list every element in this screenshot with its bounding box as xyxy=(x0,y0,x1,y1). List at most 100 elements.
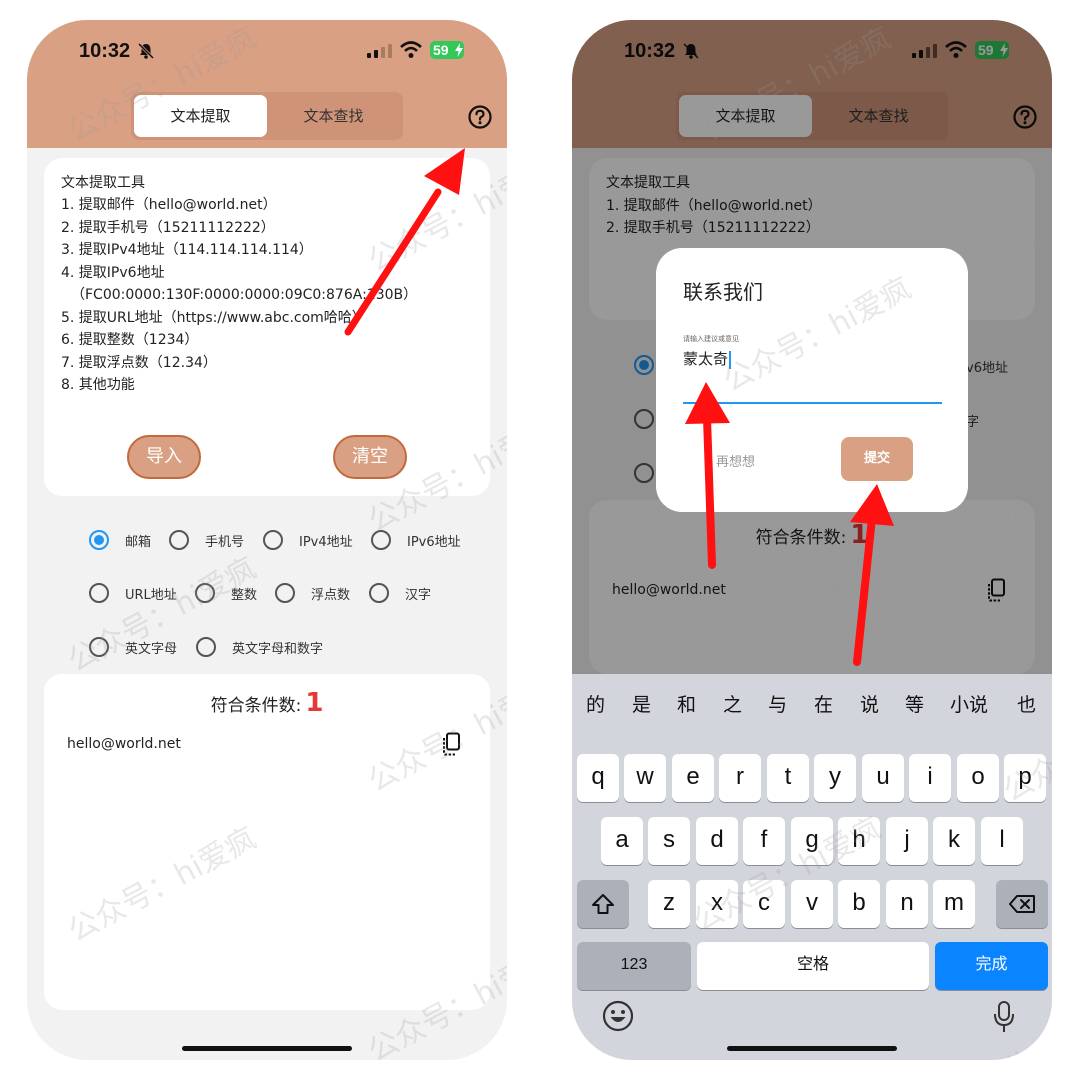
radio-integer[interactable]: 整数 xyxy=(195,578,257,608)
description-line: 3. 提取IPv4地址（114.114.114.114） xyxy=(61,242,313,258)
shift-key[interactable] xyxy=(577,880,629,928)
candidate-word[interactable]: 与 xyxy=(768,690,787,717)
key-e[interactable]: e xyxy=(672,754,714,802)
battery-indicator: 59 xyxy=(430,41,464,59)
description-card[interactable]: 文本提取工具 1. 提取邮件（hello@world.net） 2. 提取手机号… xyxy=(44,158,490,496)
import-button[interactable]: 导入 xyxy=(127,435,201,479)
key-k[interactable]: k xyxy=(933,817,975,865)
result-card: 符合条件数: 1 hello@world.net xyxy=(44,674,490,1010)
cancel-button[interactable]: 再想想 xyxy=(716,451,755,470)
key-d[interactable]: d xyxy=(696,817,738,865)
key-x[interactable]: x xyxy=(696,880,738,928)
copy-icon[interactable] xyxy=(440,732,462,756)
radio-unchecked-icon xyxy=(89,637,109,657)
clear-button[interactable]: 清空 xyxy=(333,435,407,479)
result-item[interactable]: hello@world.net xyxy=(67,736,181,752)
charging-bolt-icon xyxy=(455,43,463,57)
result-header: 符合条件数: 1 xyxy=(44,688,490,718)
input-value: 蒙太奇 xyxy=(683,350,729,368)
radio-unchecked-icon xyxy=(89,583,109,603)
wifi-icon xyxy=(400,41,422,58)
tab-text-extract[interactable]: 文本提取 xyxy=(134,95,267,137)
key-j[interactable]: j xyxy=(886,817,928,865)
radio-phone[interactable]: 手机号 xyxy=(169,525,244,555)
radio-letters[interactable]: 英文字母 xyxy=(89,632,177,662)
key-u[interactable]: u xyxy=(862,754,904,802)
radio-unchecked-icon xyxy=(169,530,189,550)
key-w[interactable]: w xyxy=(624,754,666,802)
candidate-word[interactable]: 小说 xyxy=(950,690,988,717)
tab-text-search[interactable]: 文本查找 xyxy=(267,95,400,137)
done-key[interactable]: 完成 xyxy=(935,942,1048,990)
key-t[interactable]: t xyxy=(767,754,809,802)
radio-email[interactable]: 邮箱 xyxy=(89,525,151,555)
key-p[interactable]: p xyxy=(1004,754,1046,802)
radio-ipv6[interactable]: IPv6地址 xyxy=(371,525,461,555)
phone-screen-left: 10:32 59 文本提取 文本查找 文本提取工具 1. 提取邮件（hello@… xyxy=(27,20,507,1060)
contact-dialog: 联系我们 请输入建议或意见 蒙太奇 再想想 提交 xyxy=(656,248,968,512)
key-c[interactable]: c xyxy=(743,880,785,928)
key-m[interactable]: m xyxy=(933,880,975,928)
key-a[interactable]: a xyxy=(601,817,643,865)
key-i[interactable]: i xyxy=(909,754,951,802)
candidate-word[interactable]: 也 xyxy=(1017,690,1036,717)
radio-label: 英文字母 xyxy=(125,641,178,657)
key-f[interactable]: f xyxy=(743,817,785,865)
radio-label: 英文字母和数字 xyxy=(232,641,324,657)
result-label: 符合条件数: xyxy=(210,696,302,716)
numbers-key[interactable]: 123 xyxy=(577,942,691,990)
input-underline xyxy=(683,402,942,404)
radio-label: 浮点数 xyxy=(311,587,351,603)
key-v[interactable]: v xyxy=(791,880,833,928)
submit-button[interactable]: 提交 xyxy=(841,437,913,481)
key-h[interactable]: h xyxy=(838,817,880,865)
key-r[interactable]: r xyxy=(719,754,761,802)
key-q[interactable]: q xyxy=(577,754,619,802)
backspace-key[interactable] xyxy=(996,880,1048,928)
signal-icon xyxy=(367,44,392,58)
candidate-word[interactable]: 之 xyxy=(723,690,742,717)
description-line: 4. 提取IPv6地址 xyxy=(61,264,165,281)
radio-url[interactable]: URL地址 xyxy=(89,578,177,608)
description-line: 6. 提取整数（1234） xyxy=(61,332,199,348)
microphone-icon[interactable] xyxy=(992,1000,1016,1034)
battery-level: 59 xyxy=(433,42,449,58)
description-title: 文本提取工具 xyxy=(61,175,145,191)
emoji-icon[interactable] xyxy=(602,1000,634,1032)
radio-label: IPv6地址 xyxy=(407,534,461,550)
candidate-word[interactable]: 和 xyxy=(677,690,696,717)
space-key[interactable]: 空格 xyxy=(697,942,929,990)
radio-row-1: 邮箱 手机号 IPv4地址 IPv6地址 xyxy=(27,525,507,555)
key-z[interactable]: z xyxy=(648,880,690,928)
dialog-title: 联系我们 xyxy=(683,280,763,304)
key-g[interactable]: g xyxy=(791,817,833,865)
candidate-word[interactable]: 说 xyxy=(860,690,879,717)
candidate-word[interactable]: 在 xyxy=(814,690,833,717)
radio-ipv4[interactable]: IPv4地址 xyxy=(263,525,353,555)
key-y[interactable]: y xyxy=(814,754,856,802)
result-count: 1 xyxy=(305,688,324,718)
candidate-word[interactable]: 的 xyxy=(586,690,605,717)
radio-row-3: 英文字母 英文字母和数字 xyxy=(27,632,507,662)
home-indicator xyxy=(727,1046,897,1051)
radio-unchecked-icon xyxy=(196,637,216,657)
feedback-input[interactable]: 蒙太奇 xyxy=(683,348,732,369)
key-s[interactable]: s xyxy=(648,817,690,865)
help-icon[interactable] xyxy=(467,104,493,130)
candidate-word[interactable]: 是 xyxy=(632,690,651,717)
candidate-word[interactable]: 等 xyxy=(905,690,924,717)
key-b[interactable]: b xyxy=(838,880,880,928)
radio-hanzi[interactable]: 汉字 xyxy=(369,578,431,608)
radio-float[interactable]: 浮点数 xyxy=(275,578,350,608)
key-l[interactable]: l xyxy=(981,817,1023,865)
key-n[interactable]: n xyxy=(886,880,928,928)
bell-off-icon xyxy=(137,42,155,60)
home-indicator xyxy=(182,1046,352,1051)
radio-label: 手机号 xyxy=(205,534,245,550)
radio-unchecked-icon xyxy=(195,583,215,603)
tab-switcher: 文本提取 文本查找 xyxy=(131,92,403,140)
radio-checked-icon xyxy=(89,530,109,550)
key-o[interactable]: o xyxy=(957,754,999,802)
status-time: 10:32 xyxy=(79,40,131,62)
radio-alphanumeric[interactable]: 英文字母和数字 xyxy=(196,632,323,662)
